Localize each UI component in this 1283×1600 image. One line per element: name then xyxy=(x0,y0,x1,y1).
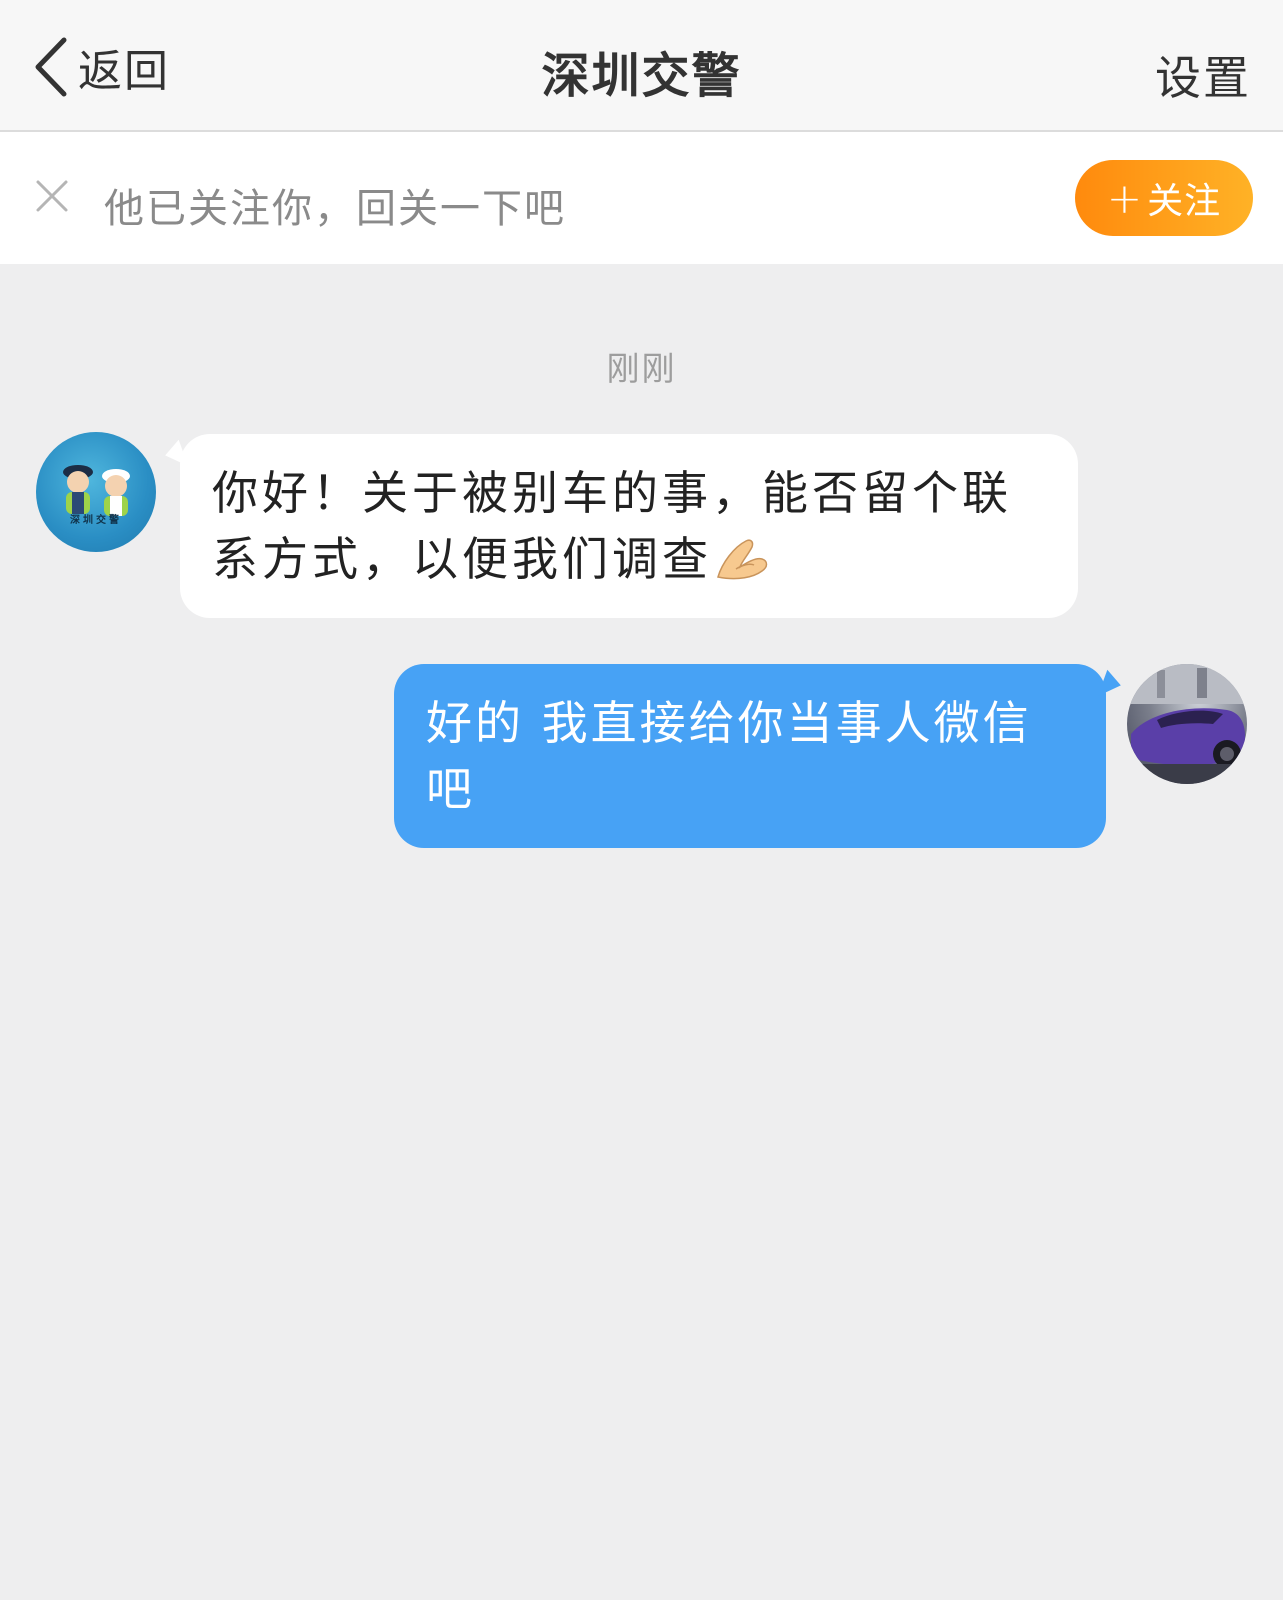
purple-car-avatar-icon xyxy=(1127,664,1247,784)
message-timestamp: 刚刚 xyxy=(606,349,677,388)
close-icon[interactable] xyxy=(34,178,70,214)
avatar[interactable] xyxy=(1127,664,1247,784)
follow-button[interactable]: + 关注 xyxy=(1075,160,1253,236)
follow-back-prompt: 他已关注你，回关一下吧 xyxy=(104,186,566,232)
message-text: 好的 我直接给你当事人微信吧 xyxy=(426,696,1032,816)
follow-button-label: 关注 xyxy=(1147,181,1222,222)
settings-button[interactable]: 设置 xyxy=(1155,42,1251,108)
message-text: 你好！关于被别车的事，能否留个联系方式，以便我们调查 xyxy=(212,466,1012,586)
avatar-label: 深圳交警 xyxy=(70,515,122,526)
incoming-message-bubble: 你好！关于被别车的事，能否留个联系方式，以便我们调查 xyxy=(180,434,1078,618)
navigation-bar: 返回 深圳交警 设置 xyxy=(0,0,1283,132)
outgoing-message-bubble: 好的 我直接给你当事人微信吧 xyxy=(394,664,1106,848)
police-mascot-icon xyxy=(63,465,130,516)
page-title: 深圳交警 xyxy=(541,48,742,104)
pinching-hand-emoji-icon xyxy=(717,539,768,580)
follow-back-banner: 他已关注你，回关一下吧 + 关注 xyxy=(0,132,1283,264)
avatar[interactable]: 深圳交警 xyxy=(36,432,156,552)
plus-icon: + xyxy=(1106,173,1144,223)
